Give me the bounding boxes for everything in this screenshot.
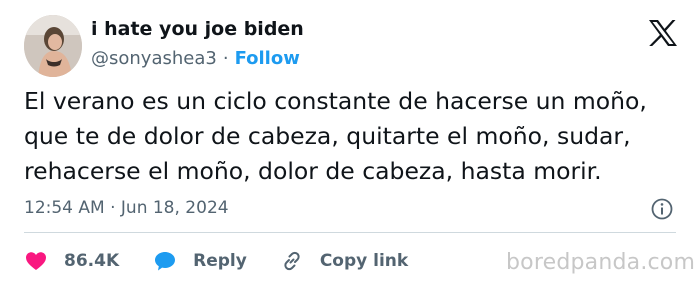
heart-icon xyxy=(26,252,46,270)
like-count: 86.4K xyxy=(64,251,120,271)
tweet-text: El verano es un ciclo constante de hacer… xyxy=(24,84,684,189)
tweet-line: que te de dolor de cabeza, quitarte el m… xyxy=(24,122,631,150)
reply-button[interactable]: Reply xyxy=(153,249,247,273)
avatar[interactable] xyxy=(24,15,82,77)
x-logo-icon[interactable] xyxy=(648,19,678,47)
separator-dot: · xyxy=(222,48,229,69)
reply-label: Reply xyxy=(193,251,247,271)
copy-link-button[interactable]: Copy link xyxy=(280,249,408,273)
author-handle-row: @sonyashea3 · Follow xyxy=(91,48,300,69)
like-button[interactable]: 86.4K xyxy=(24,249,119,273)
tweet-line: rehacerse el moño, dolor de cabeza, hast… xyxy=(24,157,602,185)
follow-button[interactable]: Follow xyxy=(235,48,300,69)
author-handle[interactable]: @sonyashea3 xyxy=(91,48,217,69)
divider xyxy=(24,232,676,233)
author-display-name[interactable]: i hate you joe biden xyxy=(91,18,304,40)
tweet-card: i hate you joe biden @sonyashea3 · Follo… xyxy=(0,0,700,287)
avatar-image xyxy=(24,15,82,77)
link-icon xyxy=(284,251,300,271)
tweet-timestamp[interactable]: 12:54 AM · Jun 18, 2024 xyxy=(24,198,229,218)
copy-link-label: Copy link xyxy=(319,251,409,271)
tweet-line: El verano es un ciclo constante de hacer… xyxy=(24,87,647,115)
info-icon[interactable] xyxy=(651,198,673,220)
tweet-actions: 86.4K Reply Copy link xyxy=(24,247,408,275)
watermark: boredpanda.com xyxy=(506,250,696,275)
speech-bubble-icon xyxy=(155,252,176,271)
